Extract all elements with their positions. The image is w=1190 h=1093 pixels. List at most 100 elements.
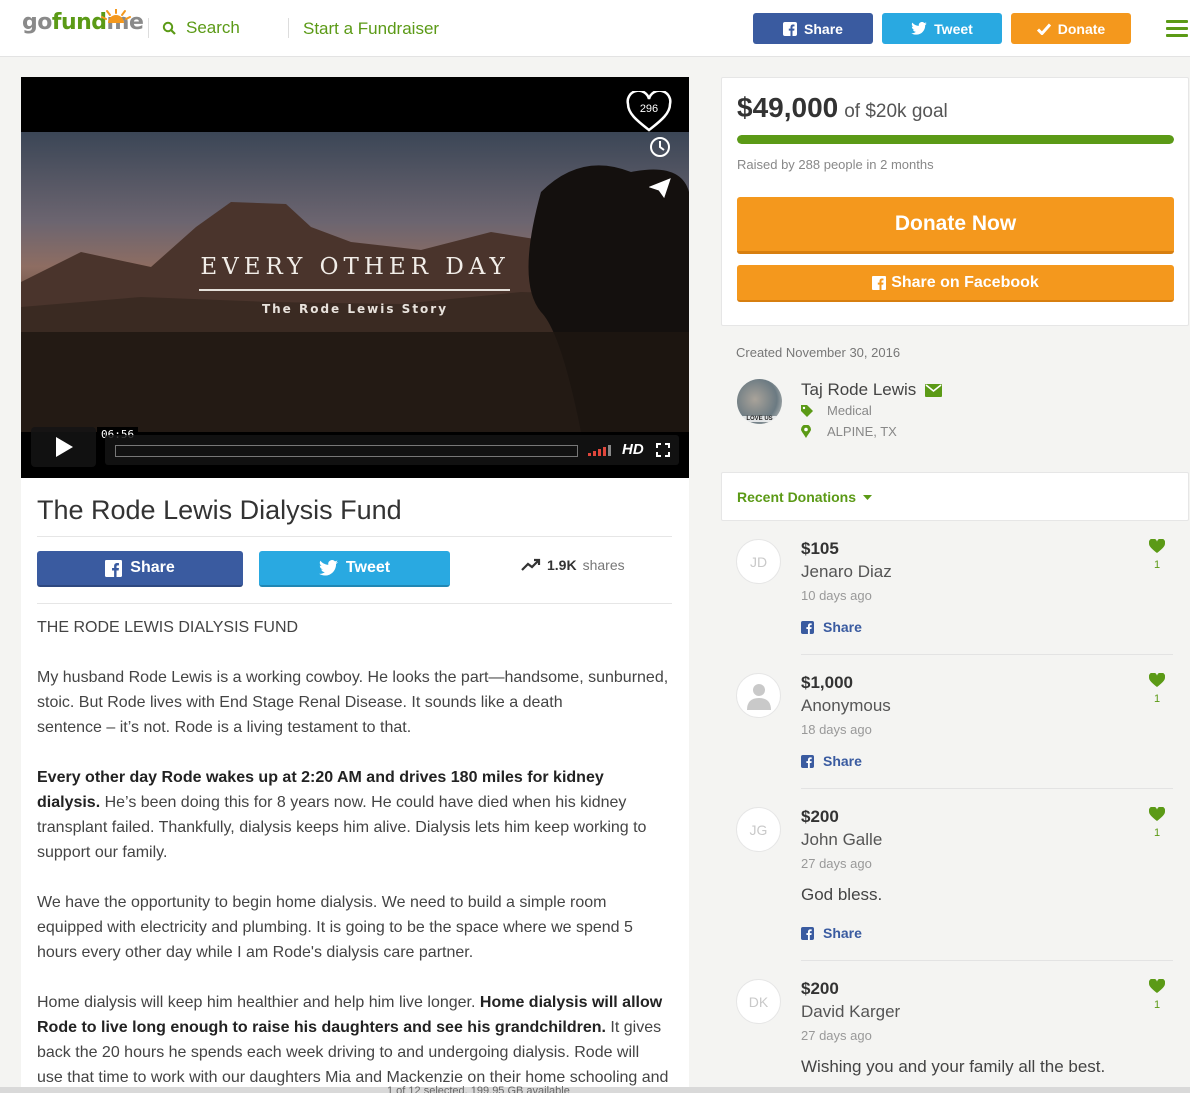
facebook-icon [801, 926, 814, 940]
recent-donations-toggle[interactable]: Recent Donations [737, 489, 873, 505]
bottom-status-strip [0, 1087, 1190, 1093]
start-fundraiser-link[interactable]: Start a Fundraiser [303, 19, 439, 39]
donation-like-button[interactable]: 1 [1148, 538, 1166, 571]
donation-like-button[interactable]: 1 [1148, 806, 1166, 839]
header-donate-label: Donate [1057, 20, 1106, 37]
recent-donations-header[interactable]: Recent Donations [721, 472, 1189, 521]
donation-share-label: Share [823, 753, 862, 769]
avatar-caption: LOVE US [737, 416, 782, 422]
facebook-icon [872, 275, 887, 290]
donation-share-link[interactable]: Share [801, 619, 862, 635]
header-share-button[interactable]: Share [753, 13, 873, 44]
shares-count: 1.9K shares [521, 557, 625, 573]
like-count: 1 [1153, 999, 1161, 1011]
story-heading: THE RODE LEWIS DIALYSIS FUND [37, 619, 299, 636]
map-pin-icon [801, 425, 811, 438]
donor-avatar [736, 673, 781, 718]
donation-time: 10 days ago [801, 588, 872, 603]
facebook-icon [105, 559, 123, 577]
donation-amount: $105 [801, 539, 839, 558]
bottom-status-text: 1 of 12 selected, 199.95 GB available [387, 1085, 570, 1093]
donation-share-label: Share [823, 619, 862, 635]
watch-later-button[interactable] [641, 129, 679, 165]
logo-sun-icon [101, 9, 131, 23]
video-frame [21, 132, 689, 433]
story-paragraph: Home dialysis will keep him healthier an… [37, 994, 669, 1086]
heart-count: 296 [639, 103, 659, 115]
campaign-tweet-button[interactable]: Tweet [259, 551, 450, 587]
goal-card: $49,000 of $20k goal Raised by 288 peopl… [721, 77, 1189, 326]
header-share-label: Share [804, 20, 843, 37]
donation-amount: $200 [801, 807, 839, 826]
checkmark-icon [1036, 23, 1051, 35]
like-count: 1 [1153, 827, 1161, 839]
donation-time: 18 days ago [801, 722, 872, 737]
created-date: Created November 30, 2016 [736, 345, 901, 360]
play-icon [55, 437, 73, 457]
donation-message: Wishing you and your family all the best… [801, 1057, 1106, 1076]
campaign-main: EVERY OTHER DAY The Rode Lewis Story 296… [21, 77, 689, 1093]
raised-summary: $49,000 of $20k goal [737, 92, 948, 124]
landscape-image [21, 165, 689, 433]
heart-icon [1148, 672, 1166, 687]
progress-fill [737, 135, 1174, 144]
play-button[interactable] [31, 427, 96, 467]
top-header: gofundme Search Start a Fundraiser Share… [0, 0, 1190, 57]
donation-time: 27 days ago [801, 1028, 872, 1043]
hamburger-menu-icon[interactable] [1166, 20, 1188, 38]
header-donate-button[interactable]: Donate [1011, 13, 1131, 44]
envelope-icon[interactable] [925, 383, 943, 397]
divider [801, 654, 1173, 655]
donate-now-button[interactable]: Donate Now [737, 197, 1174, 254]
volume-icon[interactable] [588, 444, 614, 456]
search-link[interactable]: Search [162, 18, 240, 38]
story-paragraph: We have the opportunity to begin home di… [37, 894, 633, 961]
donation-share-label: Share [823, 925, 862, 941]
donor-name: Anonymous [801, 696, 891, 715]
donor-avatar: JG [736, 807, 781, 852]
donation-like-button[interactable]: 1 [1148, 672, 1166, 705]
like-count: 1 [1153, 693, 1161, 705]
header-tweet-label: Tweet [934, 20, 973, 37]
organizer-name-text: Taj Rode Lewis [801, 380, 917, 399]
header-divider [148, 18, 149, 38]
caret-down-icon [863, 494, 873, 500]
tag-icon [801, 404, 813, 417]
facebook-icon [783, 21, 798, 36]
video-timeline[interactable] [115, 445, 578, 457]
twitter-icon [318, 560, 338, 576]
donation-time: 27 days ago [801, 856, 872, 871]
donation-like-button[interactable]: 1 [1148, 978, 1166, 1011]
hd-toggle[interactable]: HD [622, 441, 644, 458]
campaign-title: The Rode Lewis Dialysis Fund [37, 495, 402, 525]
donation-share-link[interactable]: Share [801, 925, 862, 941]
progress-bar [737, 135, 1174, 144]
campaign-share-label: Share [130, 559, 175, 576]
share-on-facebook-button[interactable]: Share on Facebook [737, 265, 1174, 302]
like-heart-button[interactable]: 296 [626, 89, 672, 133]
donor-avatar: JD [736, 539, 781, 584]
clock-icon [650, 137, 670, 157]
video-player[interactable]: EVERY OTHER DAY The Rode Lewis Story 296… [21, 77, 689, 478]
search-label: Search [186, 18, 240, 37]
divider [801, 960, 1173, 961]
share-on-facebook-label: Share on Facebook [891, 273, 1039, 291]
raised-by-text: Raised by 288 people in 2 months [737, 157, 934, 172]
header-tweet-button[interactable]: Tweet [882, 13, 1002, 44]
donation-message: God bless. [801, 885, 883, 904]
organizer-name[interactable]: Taj Rode Lewis [801, 380, 943, 400]
donor-name: Jenaro Diaz [801, 562, 892, 581]
search-icon [162, 21, 176, 35]
donor-name: David Karger [801, 1002, 901, 1021]
organizer-avatar[interactable]: LOVE US [737, 379, 782, 424]
campaign-share-button[interactable]: Share [37, 551, 243, 587]
campaign-story: THE RODE LEWIS DIALYSIS FUND My husband … [37, 615, 669, 1093]
raised-amount: $49,000 [737, 92, 839, 123]
anonymous-user-icon [746, 683, 771, 710]
like-count: 1 [1153, 559, 1161, 571]
share-video-button[interactable] [641, 170, 679, 206]
fullscreen-icon[interactable] [656, 443, 670, 457]
category-text[interactable]: Medical [827, 403, 872, 418]
campaign-tweet-label: Tweet [345, 559, 391, 576]
donation-share-link[interactable]: Share [801, 753, 862, 769]
